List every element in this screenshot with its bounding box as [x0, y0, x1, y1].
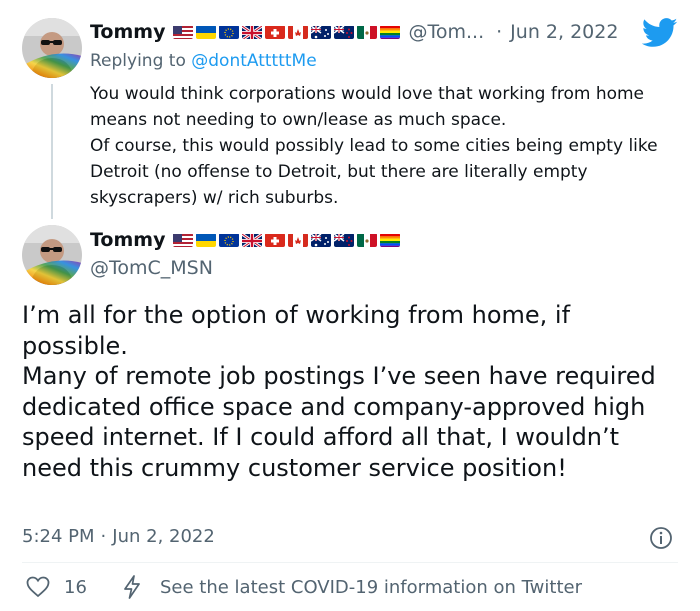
info-icon[interactable] [649, 526, 673, 554]
covid-info-link[interactable]: See the latest COVID-19 information on T… [160, 577, 582, 598]
reply-prefix: Replying to [90, 51, 186, 71]
ukraine-flag-icon [196, 233, 217, 247]
australia-flag-icon [311, 233, 332, 247]
thread-connector-line [51, 84, 53, 219]
mexico-flag-icon [357, 25, 378, 39]
eu-flag-icon [219, 233, 240, 247]
canada-flag-icon [288, 233, 309, 247]
tweet-date: Jun 2, 2022 [112, 526, 215, 547]
avatar[interactable] [22, 18, 82, 78]
twitter-bird-icon[interactable] [641, 18, 678, 52]
uk-flag-icon [242, 233, 263, 247]
quoted-tweet-text: You would think corporations would love … [90, 84, 658, 208]
flag-emoji-row [173, 233, 401, 247]
switzerland-flag-icon [265, 25, 286, 39]
rainbow-flag-icon [380, 233, 401, 247]
eu-flag-icon [219, 25, 240, 39]
main-tweet-header: Tommy [90, 229, 401, 251]
tweet-date[interactable]: Jun 2, 2022 [510, 21, 618, 43]
avatar-image [22, 225, 82, 285]
australia-flag-icon [311, 25, 332, 39]
heart-icon[interactable] [26, 576, 50, 602]
tweet-time: 5:24 PM [22, 526, 95, 547]
main-tweet-text: I’m all for the option of working from h… [22, 301, 656, 482]
reply-handle-link[interactable]: @dontAtttttMe [191, 51, 316, 71]
quoted-tweet-header: Tommy @Tom... · Jun 2, 2022 [90, 21, 618, 43]
like-count[interactable]: 16 [64, 577, 87, 598]
us-flag-icon [173, 233, 194, 247]
avatar-image [22, 18, 82, 78]
mexico-flag-icon [357, 233, 378, 247]
tweet-timestamp[interactable]: 5:24 PM · Jun 2, 2022 [22, 526, 215, 547]
uk-flag-icon [242, 25, 263, 39]
flag-emoji-row [173, 25, 401, 39]
avatar[interactable] [22, 225, 82, 285]
ukraine-flag-icon [196, 25, 217, 39]
author-name[interactable]: Tommy [90, 21, 165, 43]
separator-dot: · [496, 21, 503, 43]
divider [22, 562, 678, 563]
lightning-icon [123, 575, 141, 603]
author-name[interactable]: Tommy [90, 229, 165, 251]
new-zealand-flag-icon [334, 25, 355, 39]
replying-to-line: Replying to @dontAtttttMe [90, 51, 317, 71]
new-zealand-flag-icon [334, 233, 355, 247]
us-flag-icon [173, 25, 194, 39]
author-handle[interactable]: @Tom... [408, 21, 484, 43]
separator-dot: · [100, 526, 107, 547]
rainbow-flag-icon [380, 25, 401, 39]
canada-flag-icon [288, 25, 309, 39]
switzerland-flag-icon [265, 233, 286, 247]
author-handle[interactable]: @TomC_MSN [90, 257, 213, 279]
